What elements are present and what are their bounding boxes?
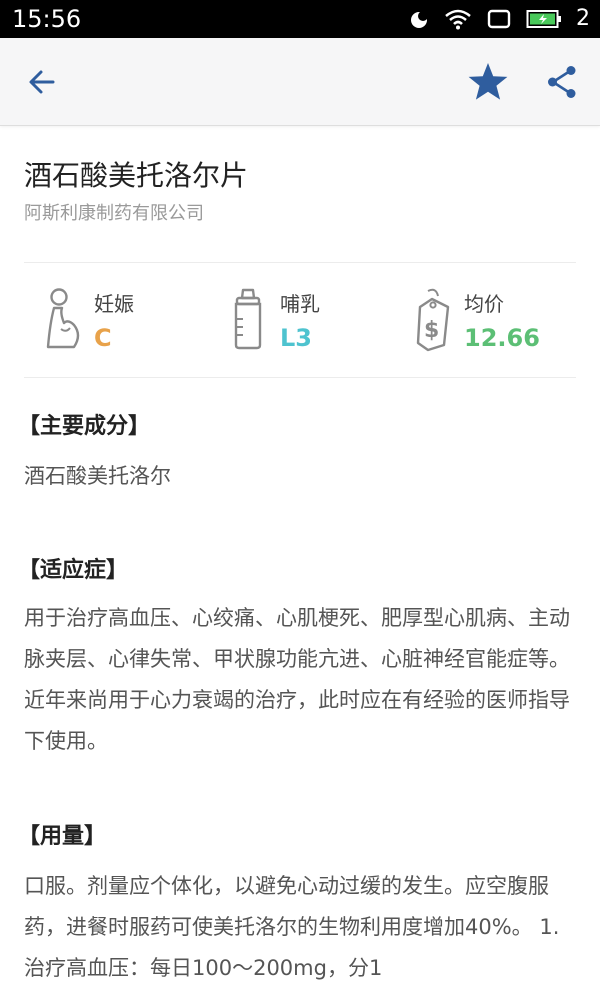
share-icon — [548, 66, 576, 98]
price-value: 12.66 — [464, 324, 540, 352]
svg-text:$: $ — [424, 318, 439, 343]
baby-bottle-icon — [230, 287, 266, 355]
back-button[interactable] — [20, 60, 64, 104]
indication-text: 用于治疗高血压、心绞痛、心肌梗死、肥厚型心肌病、主动脉夹层、心律失常、甲状腺功能… — [24, 606, 570, 753]
share-button[interactable] — [540, 60, 584, 104]
lactation-label: 哺乳 — [280, 292, 320, 316]
lactation-info: 哺乳 L3 — [230, 285, 370, 361]
price-label: 均价 — [464, 292, 504, 316]
pregnant-woman-icon — [44, 287, 84, 355]
status-icons: 2 — [408, 6, 590, 32]
pregnancy-info: 妊娠 C — [44, 285, 184, 361]
screen-icon — [486, 8, 512, 30]
status-time: 15:56 — [12, 5, 82, 33]
pregnancy-label: 妊娠 — [94, 292, 134, 316]
alarm-icon — [408, 8, 430, 30]
sim-slot-number: 2 — [576, 6, 590, 31]
pregnancy-grade: C — [94, 324, 112, 352]
wifi-icon — [444, 8, 472, 30]
dosage-heading: 【用量】 — [18, 824, 107, 849]
battery-icon — [526, 8, 562, 30]
price-info: $ 均价 12.66 — [414, 285, 574, 361]
indication-heading: 【适应症】 — [18, 558, 129, 583]
ingredient-heading: 【主要成分】 — [18, 414, 151, 439]
ingredient-text: 酒石酸美托洛尔 — [24, 464, 171, 488]
drug-manufacturer: 阿斯利康制药有限公司 — [24, 203, 204, 224]
divider — [24, 262, 576, 263]
dosage-text: 口服。剂量应个体化，以避免心动过缓的发生。应空腹服药，进餐时服药可使美托洛尔的生… — [24, 874, 560, 980]
drug-name: 酒石酸美托洛尔片 — [24, 159, 249, 192]
favorite-button[interactable] — [464, 58, 512, 106]
arrow-left-icon — [29, 70, 55, 94]
price-tag-icon: $ — [414, 287, 454, 357]
star-icon — [468, 63, 508, 100]
status-bar: 15:56 2 — [0, 0, 600, 38]
divider — [24, 377, 576, 378]
app-bar — [0, 38, 600, 126]
lactation-grade: L3 — [280, 324, 312, 352]
